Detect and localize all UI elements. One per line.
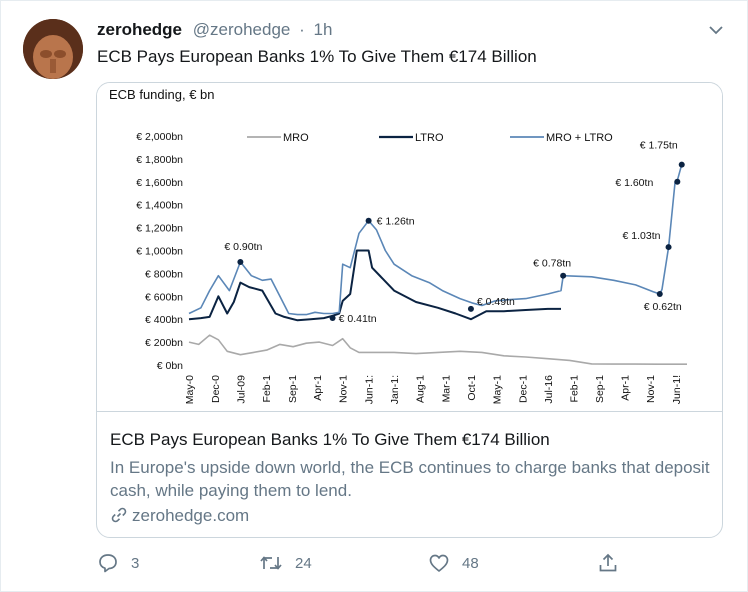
like-count: 48 (462, 554, 479, 572)
annotation-label: € 1.75tn (640, 140, 678, 152)
card-description: In Europe's upside down world, the ECB c… (110, 458, 710, 500)
chart-title: ECB funding, € bn (109, 87, 215, 102)
x-tick-label: Nov-1 (645, 375, 657, 403)
link-card[interactable]: ECB funding, € bn € 0bn € 200bn € 400bn € 60… (96, 82, 723, 538)
y-tick-label: € 1,800bn (136, 154, 183, 166)
annotation-marker (467, 305, 474, 312)
avatar[interactable] (23, 19, 83, 79)
tweet-text: ECB Pays European Banks 1% To Give Them … (97, 47, 537, 66)
like-button[interactable]: 48 (428, 550, 479, 576)
series-line (188, 249, 561, 322)
x-tick-label: Apr-1 (312, 375, 324, 401)
legend-label: MRO (283, 132, 309, 144)
x-tick-label: May-1 (491, 375, 503, 404)
y-tick-label: € 200bn (145, 337, 183, 349)
separator: · (299, 20, 305, 39)
annotation-label: € 1.03tn (623, 230, 661, 242)
x-tick-label: Dec-1 (517, 375, 529, 403)
annotation-label: € 0.41tn (339, 313, 377, 325)
annotation-label: € 1.26tn (377, 216, 415, 228)
x-tick-label: Jun-1! (671, 375, 683, 404)
user-name[interactable]: zerohedge (97, 20, 182, 39)
x-tick-label: Dec-0 (210, 375, 222, 403)
y-tick-label: € 800bn (145, 268, 183, 280)
share-button[interactable] (597, 550, 631, 576)
x-tick-label: Oct-1 (466, 375, 478, 401)
x-tick-label: Nov-1 (338, 375, 350, 403)
card-link[interactable]: zerohedge.com (110, 506, 249, 526)
annotation-label: € 0.62tn (644, 301, 682, 313)
y-tick-label: € 600bn (145, 291, 183, 303)
tweet-header: zerohedge @zerohedge · 1h (97, 19, 332, 41)
reply-count: 3 (131, 554, 140, 572)
x-tick-label: Jul-09 (235, 375, 247, 404)
y-tick-label: € 1,000bn (136, 246, 183, 258)
annotation-marker (237, 258, 244, 265)
tweet-actions: 3 24 48 (97, 550, 637, 576)
x-tick-label: Jan-1: (389, 375, 401, 404)
annotation-label: € 0.49tn (477, 296, 515, 308)
x-tick-label: Feb-1 (568, 375, 580, 403)
y-tick-label: € 1,600bn (136, 177, 183, 189)
legend-label: MRO + LTRO (546, 132, 613, 144)
x-tick-label: May-0 (184, 375, 196, 404)
ecb-funding-chart: ECB funding, € bn € 0bn € 200bn € 400bn € 60… (109, 87, 687, 404)
y-tick-label: € 1,200bn (136, 223, 183, 235)
annotation-label: € 1.60tn (615, 177, 653, 189)
legend-label: LTRO (415, 132, 444, 144)
annotation-marker (656, 291, 663, 298)
tweet[interactable]: zerohedge @zerohedge · 1h ECB Pays Europ… (0, 0, 748, 592)
chevron-down-icon[interactable] (707, 21, 725, 39)
retweet-count: 24 (295, 554, 312, 572)
annotation-marker (365, 217, 372, 224)
reply-button[interactable]: 3 (97, 550, 139, 576)
timestamp[interactable]: 1h (314, 20, 333, 39)
x-tick-label: Sep-1 (287, 375, 299, 403)
annotation-marker (678, 161, 685, 168)
y-tick-label: € 1,400bn (136, 200, 183, 212)
heart-icon (429, 554, 449, 572)
series-line (188, 334, 687, 366)
card-body[interactable]: ECB Pays European Banks 1% To Give Them … (97, 411, 722, 537)
x-tick-label: Apr-1 (620, 375, 632, 401)
link-icon (111, 507, 127, 523)
annotation-marker (674, 178, 681, 185)
y-tick-label: € 2,000bn (136, 131, 183, 143)
card-title: ECB Pays European Banks 1% To Give Them … (110, 430, 550, 449)
annotation-label: € 0.78tn (533, 258, 571, 270)
x-tick-label: Feb-1 (261, 375, 273, 403)
annotation-marker (560, 272, 567, 279)
card-domain: zerohedge.com (132, 506, 250, 525)
annotation-marker (329, 315, 336, 322)
card-image[interactable]: ECB funding, € bn € 0bn € 200bn € 400bn € 60… (97, 83, 722, 411)
annotation-label: € 0.90tn (224, 241, 262, 253)
y-tick-label: € 0bn (157, 360, 183, 372)
user-handle[interactable]: @zerohedge (193, 20, 291, 39)
y-tick-label: € 400bn (145, 314, 183, 326)
annotation-marker (665, 244, 672, 251)
x-tick-label: Jul-16 (543, 375, 555, 404)
retweet-button[interactable]: 24 (259, 550, 312, 576)
x-tick-label: Mar-1 (440, 375, 452, 403)
reply-icon (99, 554, 117, 573)
x-tick-label: Jun-1: (364, 375, 376, 404)
retweet-icon (260, 556, 282, 570)
x-tick-label: Aug-1 (415, 375, 427, 403)
share-icon (599, 553, 617, 572)
x-tick-label: Sep-1 (594, 375, 606, 403)
